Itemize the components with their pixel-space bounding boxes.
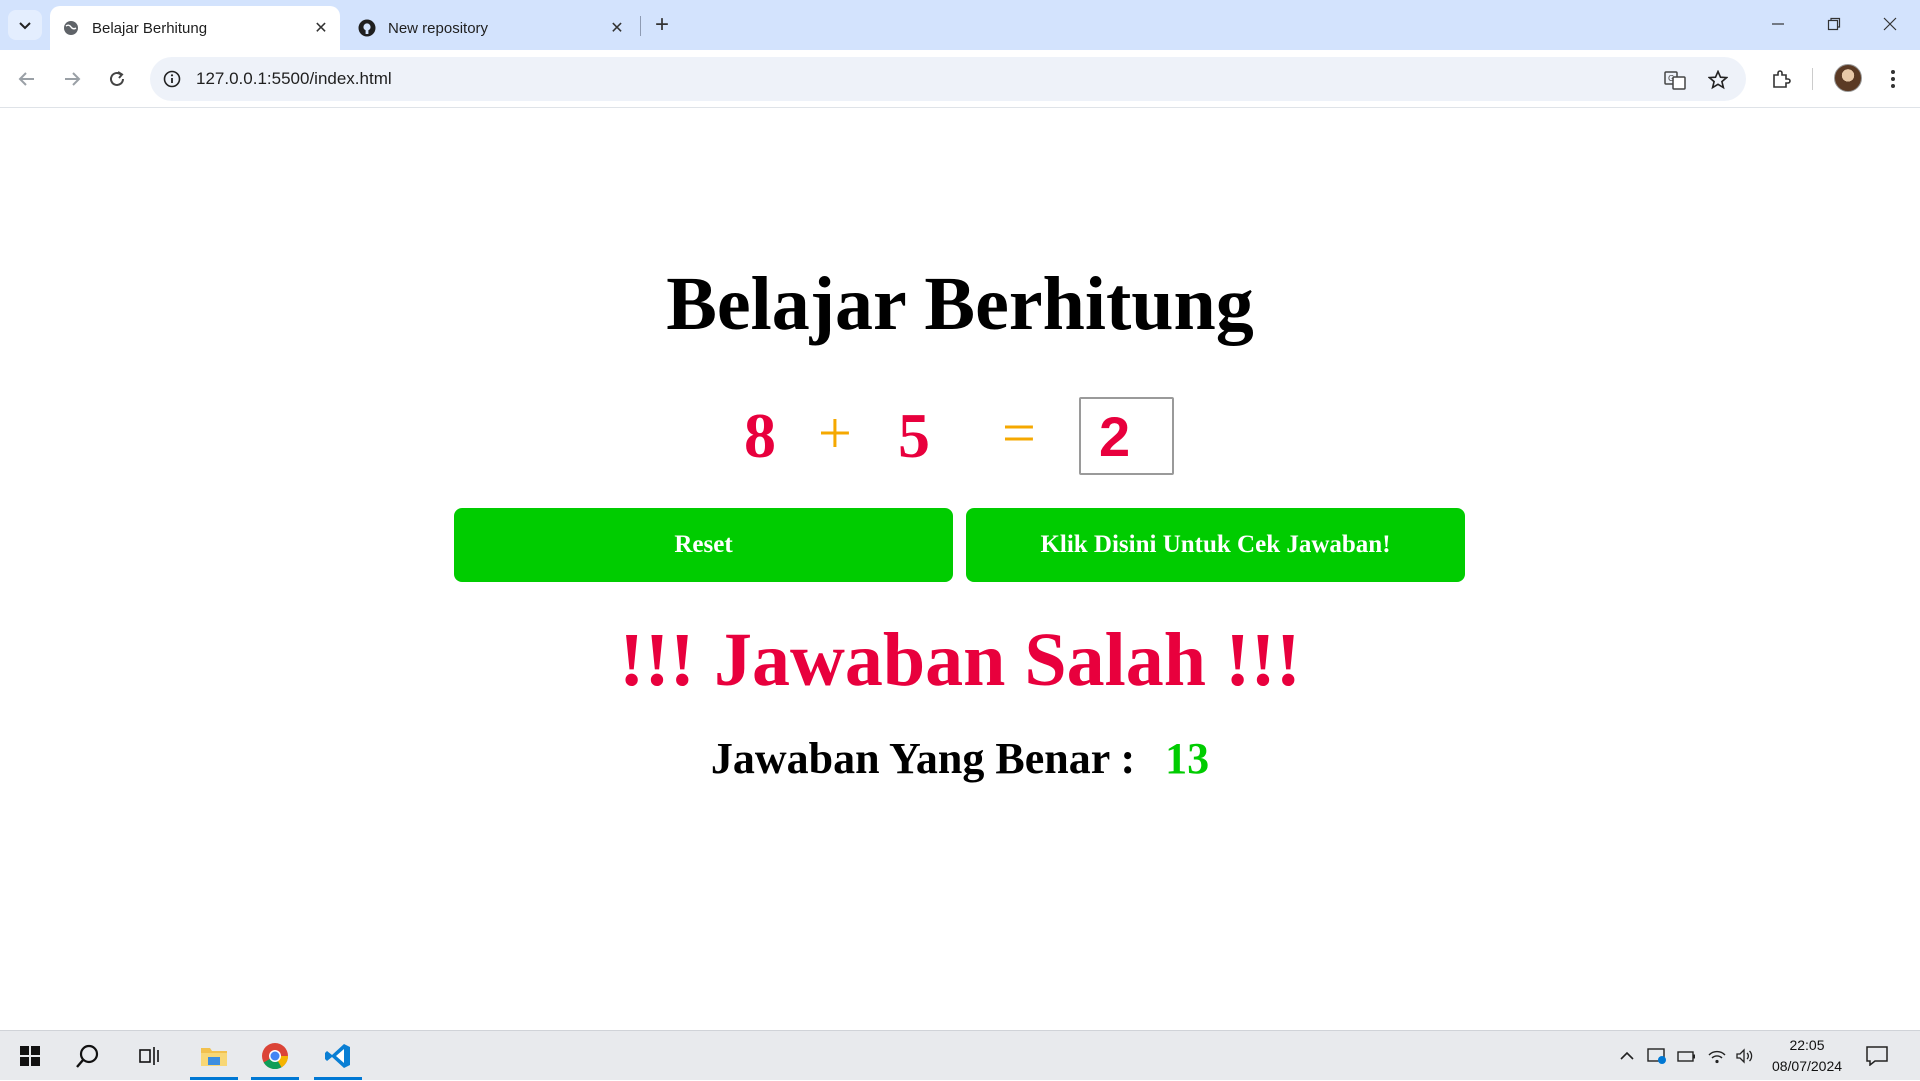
address-bar[interactable]: 127.0.0.1:5500/index.html G: [150, 57, 1746, 101]
svg-text:G: G: [1668, 74, 1674, 83]
arrow-right-icon: [65, 72, 81, 86]
chrome-button[interactable]: [249, 1031, 301, 1081]
correct-answer-line: Jawaban Yang Benar : 13: [0, 733, 1920, 784]
reset-button[interactable]: Reset: [454, 508, 953, 582]
volume-icon[interactable]: [1734, 1045, 1756, 1067]
page-title: Belajar Berhitung: [666, 262, 1254, 346]
extensions-icon[interactable]: [1764, 62, 1798, 96]
operator-sign: +: [818, 400, 852, 466]
equals-sign: =: [1002, 400, 1036, 466]
restore-button[interactable]: [1806, 0, 1862, 48]
folder-icon: [201, 1048, 227, 1066]
show-hidden-icons-icon[interactable]: [1616, 1045, 1638, 1067]
notification-center-button[interactable]: [1864, 1043, 1890, 1069]
chevron-down-icon: [19, 22, 31, 30]
search-button[interactable]: [62, 1031, 114, 1081]
tab-title: New repository: [388, 19, 489, 37]
close-tab-icon[interactable]: ✕: [310, 17, 332, 39]
vscode-icon: [325, 1044, 350, 1068]
github-icon: [358, 19, 376, 37]
clock-date: 08/07/2024: [1771, 1058, 1843, 1074]
globe-icon: [62, 19, 80, 37]
file-explorer-button[interactable]: [188, 1031, 240, 1081]
tab-title: Belajar Berhitung: [92, 19, 208, 37]
chrome-icon: [262, 1043, 289, 1070]
chat-bubble-icon: [1866, 1046, 1888, 1066]
browser-toolbar: 127.0.0.1:5500/index.html G: [0, 50, 1920, 108]
new-tab-button[interactable]: +: [648, 11, 676, 39]
tab-new-repository[interactable]: New repository ✕: [346, 6, 636, 50]
task-view-button[interactable]: [124, 1031, 176, 1081]
arrow-left-icon: [18, 72, 34, 86]
close-icon: [1883, 17, 1897, 31]
bookmark-star-icon[interactable]: [1705, 67, 1731, 93]
url-text: 127.0.0.1:5500/index.html: [196, 69, 392, 88]
correct-answer-label: Jawaban Yang Benar :: [710, 734, 1136, 783]
wifi-icon[interactable]: [1706, 1045, 1728, 1067]
profile-avatar[interactable]: [1834, 64, 1862, 92]
correct-answer-value: 13: [1165, 734, 1210, 783]
minimize-button[interactable]: [1750, 0, 1806, 48]
site-info-icon[interactable]: [160, 67, 184, 91]
page-content: Belajar Berhitung 8 + 5 = 2 Reset Klik D…: [0, 109, 1920, 1029]
tab-search-button[interactable]: [8, 10, 42, 40]
browser-tab-strip: Belajar Berhitung ✕ New repository ✕ +: [0, 0, 1920, 50]
task-view-icon: [139, 1047, 159, 1065]
operand-2: 5: [898, 400, 930, 471]
result-message: !!! Jawaban Salah !!!: [619, 618, 1301, 702]
network-status-icon[interactable]: [1646, 1045, 1668, 1067]
back-button[interactable]: [10, 62, 44, 96]
minimize-icon: [1772, 23, 1784, 25]
tab-belajar-berhitung[interactable]: Belajar Berhitung ✕: [50, 6, 340, 50]
restore-icon: [1827, 17, 1841, 31]
taskbar-clock[interactable]: 22:05 08/07/2024: [1758, 1035, 1856, 1077]
tab-separator: [640, 16, 641, 36]
toolbar-separator: [1812, 68, 1813, 90]
menu-button[interactable]: [1876, 62, 1910, 96]
more-vert-icon: [1891, 70, 1895, 88]
operand-1: 8: [744, 400, 776, 471]
close-tab-icon[interactable]: ✕: [606, 17, 628, 39]
windows-logo-icon: [20, 1046, 40, 1066]
forward-button[interactable]: [55, 62, 89, 96]
battery-icon[interactable]: [1676, 1045, 1698, 1067]
close-window-button[interactable]: [1862, 0, 1918, 48]
translate-icon[interactable]: G: [1662, 67, 1688, 93]
vscode-button[interactable]: [312, 1031, 364, 1081]
start-button[interactable]: [4, 1031, 56, 1081]
answer-input[interactable]: 2: [1079, 397, 1174, 475]
check-answer-button[interactable]: Klik Disini Untuk Cek Jawaban!: [966, 508, 1465, 582]
clock-time: 22:05: [1789, 1037, 1825, 1053]
search-icon: [76, 1044, 99, 1068]
reload-button[interactable]: [100, 62, 134, 96]
windows-taskbar: 22:05 08/07/2024: [0, 1030, 1920, 1080]
reload-icon: [110, 71, 124, 86]
